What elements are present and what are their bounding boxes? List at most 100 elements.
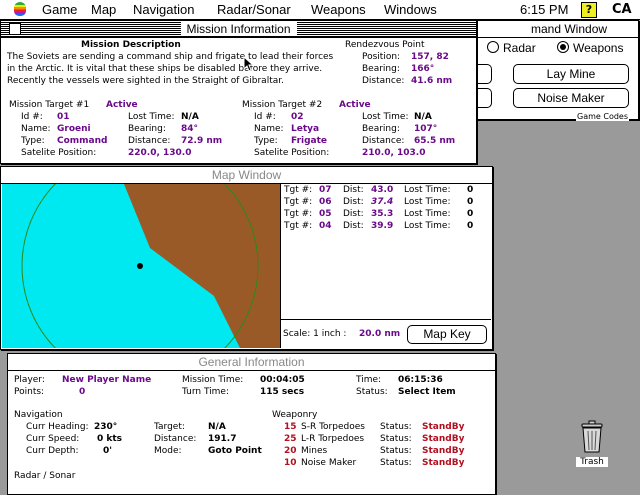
radio-weapons-label: Weapons <box>573 41 624 55</box>
menu-bar: Game Map Navigation Radar/Sonar Weapons … <box>0 0 640 20</box>
points-label: Points: <box>14 387 45 397</box>
menu-map[interactable]: Map <box>91 2 116 17</box>
dist-label: Dist: <box>343 209 364 219</box>
player-name: New Player Name <box>62 375 152 385</box>
mission-desc-line: The Soviets are sending a command ship a… <box>7 52 334 62</box>
speed-label: Curr Speed: <box>26 434 80 444</box>
points-value: 0 <box>79 387 86 397</box>
lost-label: Lost Time: <box>404 209 451 219</box>
menu-navigation[interactable]: Navigation <box>133 2 194 17</box>
command-window-titlebar[interactable]: mand Window <box>473 21 638 38</box>
apple-menu-icon[interactable] <box>14 2 26 16</box>
target-row[interactable]: Tgt #: 04 Dist: 39.9 Lost Time: 0 <box>284 221 484 233</box>
mission-window-titlebar[interactable]: Mission Information <box>1 21 476 38</box>
rendezvous-bearing-label: Bearing: <box>362 64 400 74</box>
map-key-button[interactable]: Map Key <box>407 325 487 344</box>
general-window-title: General Information <box>192 355 311 369</box>
map-window-title: Map Window <box>205 168 288 182</box>
help-icon[interactable]: ? <box>581 2 597 18</box>
navigation-heading: Navigation <box>14 410 63 420</box>
weapon-status: StandBy <box>422 446 465 456</box>
mission-information-window: Mission Information Mission Description … <box>0 20 477 164</box>
time-value: 06:15:36 <box>398 375 443 385</box>
label-distance: Distance: <box>128 136 171 146</box>
menu-radar-sonar[interactable]: Radar/Sonar <box>217 2 291 17</box>
trash-icon <box>581 420 603 453</box>
scale-value: 20.0 nm <box>359 329 401 339</box>
weapon-status-label: Status: <box>380 446 412 456</box>
command-window-title: mand Window <box>531 22 608 36</box>
radio-radar-label: Radar <box>503 41 536 55</box>
label-satellite: Satelite Position: <box>254 148 330 158</box>
mission-description-heading: Mission Description <box>81 40 181 50</box>
weapon-status: StandBy <box>422 458 465 468</box>
target-2-bearing: 107° <box>414 124 438 134</box>
tgt-number: 07 <box>319 185 332 195</box>
target-row[interactable]: Tgt #: 07 Dist: 43.0 Lost Time: 0 <box>284 185 484 197</box>
dist-label: Dist: <box>343 197 364 207</box>
trash-label: Trash <box>576 457 608 467</box>
rendezvous-distance-label: Distance: <box>362 76 405 86</box>
tgt-lost: 0 <box>467 221 474 231</box>
target-2-type: Frigate <box>291 136 328 146</box>
radio-weapons-indicator[interactable] <box>557 41 569 53</box>
target-2-satellite: 210.0, 103.0 <box>362 148 426 158</box>
player-sub-marker <box>137 263 143 269</box>
player-label: Player: <box>14 375 45 385</box>
map-window: Map Window Tgt #: 07 Dist: 43.0 Lost Tim… <box>0 166 493 350</box>
heading-value: 230° <box>94 422 118 432</box>
weaponry-heading: Weaponry <box>272 410 318 420</box>
trash-can[interactable]: Trash <box>576 420 608 467</box>
radio-weapons[interactable]: Weapons <box>557 41 623 55</box>
mission-desc-line: in the Arctic. It is vital that these sh… <box>7 64 323 74</box>
target-row[interactable]: Tgt #: 05 Dist: 35.3 Lost Time: 0 <box>284 209 484 221</box>
rendezvous-heading: Rendezvous Point <box>345 40 425 50</box>
label-name: Name: <box>254 124 284 134</box>
target-1-status: Active <box>106 100 138 110</box>
radio-radar-indicator[interactable] <box>487 41 499 53</box>
target-2-status: Active <box>339 100 371 110</box>
mouse-cursor-icon <box>243 56 255 72</box>
target-value: N/A <box>208 422 226 432</box>
target-2-name: Letya <box>291 124 320 134</box>
weapon-count: 15 <box>284 422 297 432</box>
tgt-lost: 0 <box>467 197 474 207</box>
mode-value: Goto Point <box>208 446 262 456</box>
target-row[interactable]: Tgt #: 06 Dist: 37.4 Lost Time: 0 <box>284 197 484 209</box>
noise-maker-button[interactable]: Noise Maker <box>513 88 629 108</box>
target-1-type: Command <box>57 136 108 146</box>
menu-weapons[interactable]: Weapons <box>311 2 366 17</box>
mission-desc-line: Recently the vessels were sighted in the… <box>7 76 284 86</box>
scale-label: Scale: 1 inch : <box>283 329 347 339</box>
rendezvous-bearing: 166° <box>411 64 435 74</box>
map-view[interactable] <box>2 184 280 348</box>
label-distance: Distance: <box>362 136 405 146</box>
tgt-lost: 0 <box>467 209 474 219</box>
target-2-heading: Mission Target #2 <box>242 100 323 110</box>
target-1-heading: Mission Target #1 <box>9 100 90 110</box>
map-divider <box>280 184 281 348</box>
target-2-id: 02 <box>291 112 304 122</box>
menu-windows[interactable]: Windows <box>384 2 437 17</box>
weapon-name: Noise Maker <box>301 458 357 468</box>
app-switcher-icon[interactable]: CA <box>612 2 632 17</box>
weapon-count: 20 <box>284 446 297 456</box>
dist-label: Dist: <box>343 221 364 231</box>
lay-mine-button[interactable]: Lay Mine <box>513 64 629 84</box>
turn-time-label: Turn Time: <box>182 387 229 397</box>
general-window-titlebar[interactable]: General Information <box>8 354 495 371</box>
map-window-titlebar[interactable]: Map Window <box>1 167 492 184</box>
target-1-satellite: 220.0, 130.0 <box>128 148 192 158</box>
dist-label: Dist: <box>343 185 364 195</box>
game-codes-label[interactable]: Game Codes <box>576 112 630 121</box>
status-label: Status: <box>356 387 388 397</box>
menu-game[interactable]: Game <box>42 2 77 17</box>
tgt-label: Tgt #: <box>284 209 313 219</box>
weapon-status-label: Status: <box>380 458 412 468</box>
label-lost-time: Lost Time: <box>362 112 409 122</box>
rendezvous-distance: 41.6 nm <box>411 76 453 86</box>
radio-radar[interactable]: Radar <box>487 41 536 55</box>
label-lost-time: Lost Time: <box>128 112 175 122</box>
close-box-icon[interactable] <box>9 23 21 35</box>
rendezvous-position-label: Position: <box>362 52 401 62</box>
